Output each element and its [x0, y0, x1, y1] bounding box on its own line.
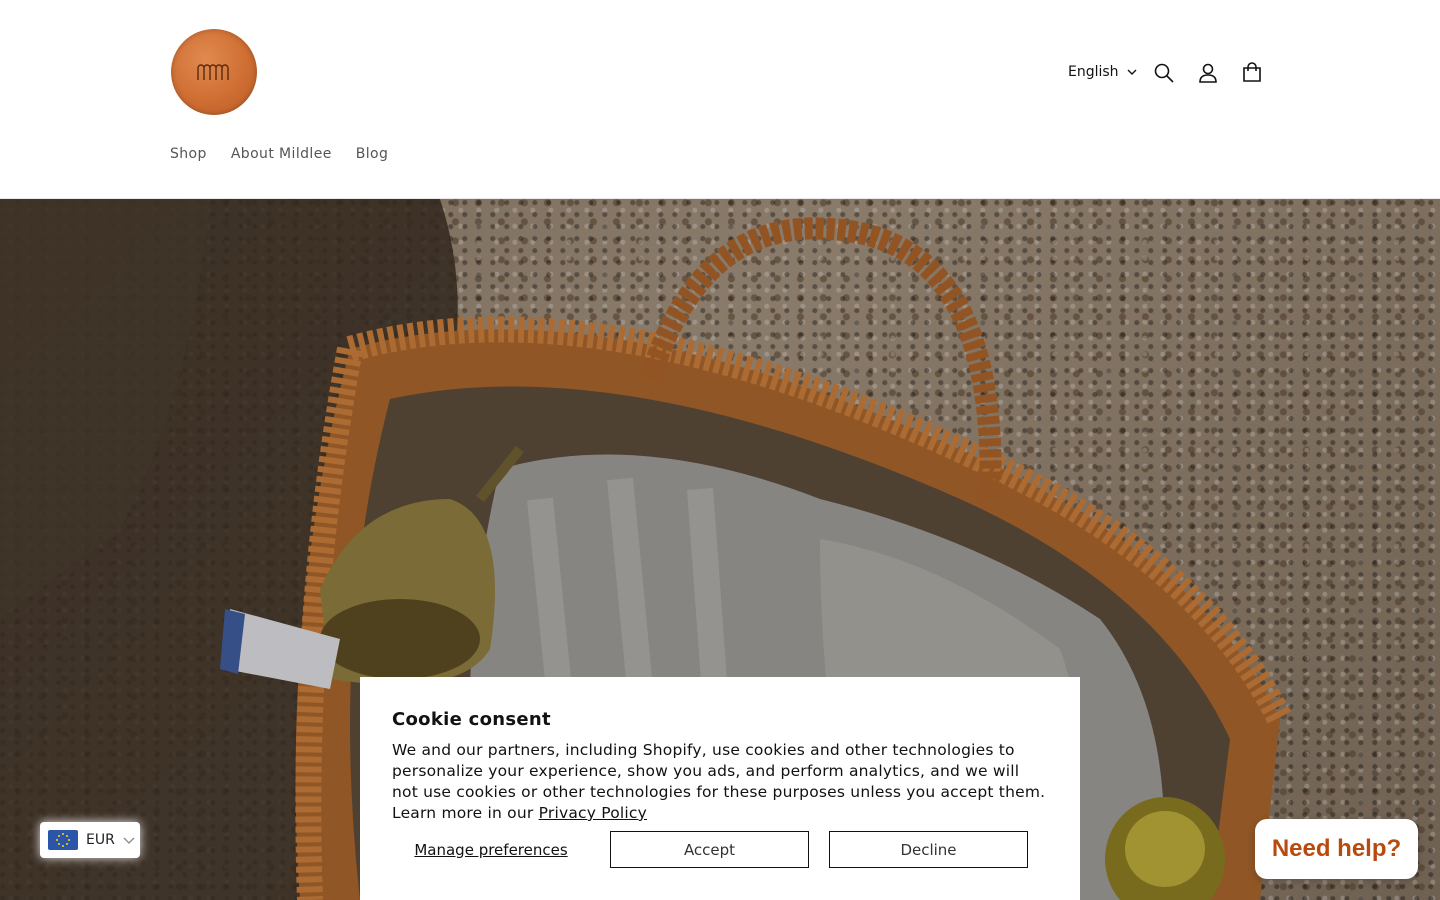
decline-button[interactable]: Decline — [829, 831, 1028, 868]
need-help-button[interactable]: Need help? — [1255, 819, 1418, 879]
main-nav: Shop About Mildlee Blog — [170, 146, 388, 162]
cookie-consent-dialog: Cookie consent We and our partners, incl… — [360, 677, 1080, 900]
nav-item-blog[interactable]: Blog — [356, 146, 389, 162]
cookie-body-text: We and our partners, including Shopify, … — [392, 741, 1046, 822]
currency-code: EUR — [86, 832, 115, 848]
cookie-actions: Manage preferences Accept Decline — [392, 831, 1028, 868]
chevron-down-icon — [123, 837, 135, 844]
cookie-body: We and our partners, including Shopify, … — [392, 740, 1048, 824]
currency-selector[interactable]: EUR — [40, 822, 140, 858]
nav-item-about[interactable]: About Mildlee — [231, 146, 332, 162]
nav-item-shop[interactable]: Shop — [170, 146, 207, 162]
eu-flag-icon — [48, 830, 78, 850]
account-icon[interactable] — [1195, 60, 1221, 86]
cart-icon[interactable] — [1239, 60, 1265, 86]
accept-button[interactable]: Accept — [610, 831, 809, 868]
brand-logo[interactable] — [171, 29, 257, 115]
language-label: English — [1068, 64, 1119, 80]
logo-mark-icon — [197, 64, 229, 80]
site-header: English Shop About Mildlee Blog — [0, 0, 1440, 199]
manage-preferences-button[interactable]: Manage preferences — [392, 841, 590, 859]
privacy-policy-link[interactable]: Privacy Policy — [539, 804, 647, 822]
chevron-down-icon — [1127, 69, 1137, 75]
cookie-title: Cookie consent — [392, 709, 551, 730]
search-icon[interactable] — [1151, 60, 1177, 86]
language-selector[interactable]: English — [1068, 61, 1137, 83]
